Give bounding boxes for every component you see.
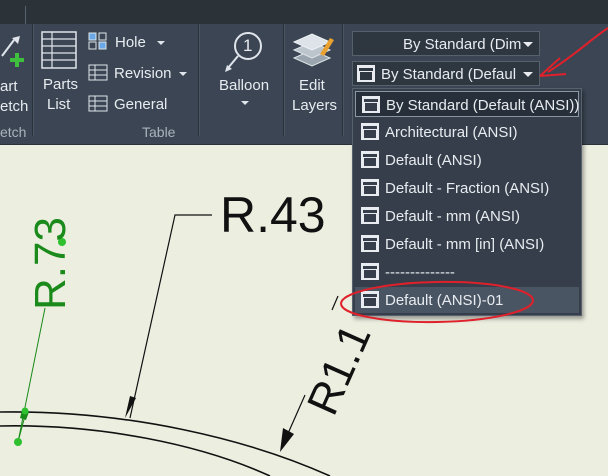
dimension-r73[interactable]: R.73	[26, 217, 76, 310]
dimension-r43[interactable]: R.43	[220, 186, 326, 244]
